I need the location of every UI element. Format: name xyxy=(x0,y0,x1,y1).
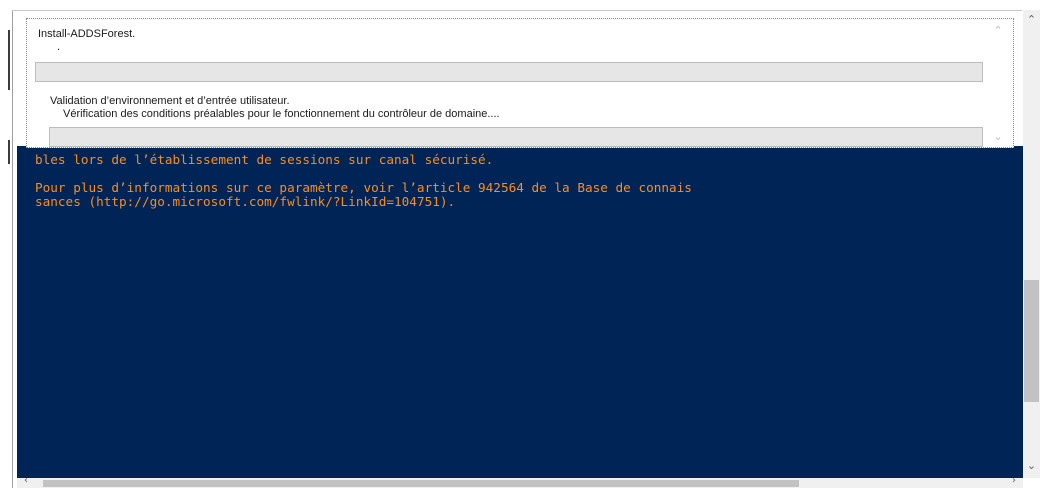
chevron-down-icon[interactable]: ⌄ xyxy=(1023,458,1040,474)
progress-status: Vérification des conditions préalables p… xyxy=(63,108,500,120)
window-edge-marker xyxy=(8,30,13,90)
horizontal-scrollbar[interactable]: ‹ › xyxy=(17,475,1023,488)
chevron-right-icon[interactable]: › xyxy=(1007,475,1021,487)
vertical-scrollbar[interactable]: ⌃ ⌄ xyxy=(1023,10,1040,478)
console-line: Pour plus d’informations sur ce paramètr… xyxy=(35,180,692,195)
chevron-up-icon[interactable]: ⌃ xyxy=(1023,12,1040,28)
progress-panel: Install-ADDSForest. . Validation d’envir… xyxy=(26,18,1014,148)
progress-dot: . xyxy=(57,41,61,53)
vertical-scrollbar-thumb[interactable] xyxy=(1024,280,1039,402)
console-line: sances (http://go.microsoft.com/fwlink/?… xyxy=(35,194,456,209)
console-line: bles lors de l’établissement de sessions… xyxy=(35,152,494,167)
chevron-left-icon[interactable]: ‹ xyxy=(19,475,33,487)
progress-bar-main xyxy=(35,62,983,82)
chevron-down-icon[interactable]: ⌄ xyxy=(989,129,1007,145)
horizontal-scrollbar-thumb[interactable] xyxy=(43,480,799,487)
chevron-up-icon[interactable]: ⌃ xyxy=(989,23,1007,39)
window-top-border xyxy=(12,10,1022,11)
progress-activity: Validation d’environnement et d’entrée u… xyxy=(50,95,290,107)
progress-bar-sub xyxy=(49,127,983,147)
powershell-window: bles lors de l’établissement de sessions… xyxy=(0,0,1040,488)
window-edge-marker xyxy=(8,140,13,164)
progress-title: Install-ADDSForest. xyxy=(38,28,136,40)
console-output-area[interactable]: bles lors de l’établissement de sessions… xyxy=(17,146,1023,478)
